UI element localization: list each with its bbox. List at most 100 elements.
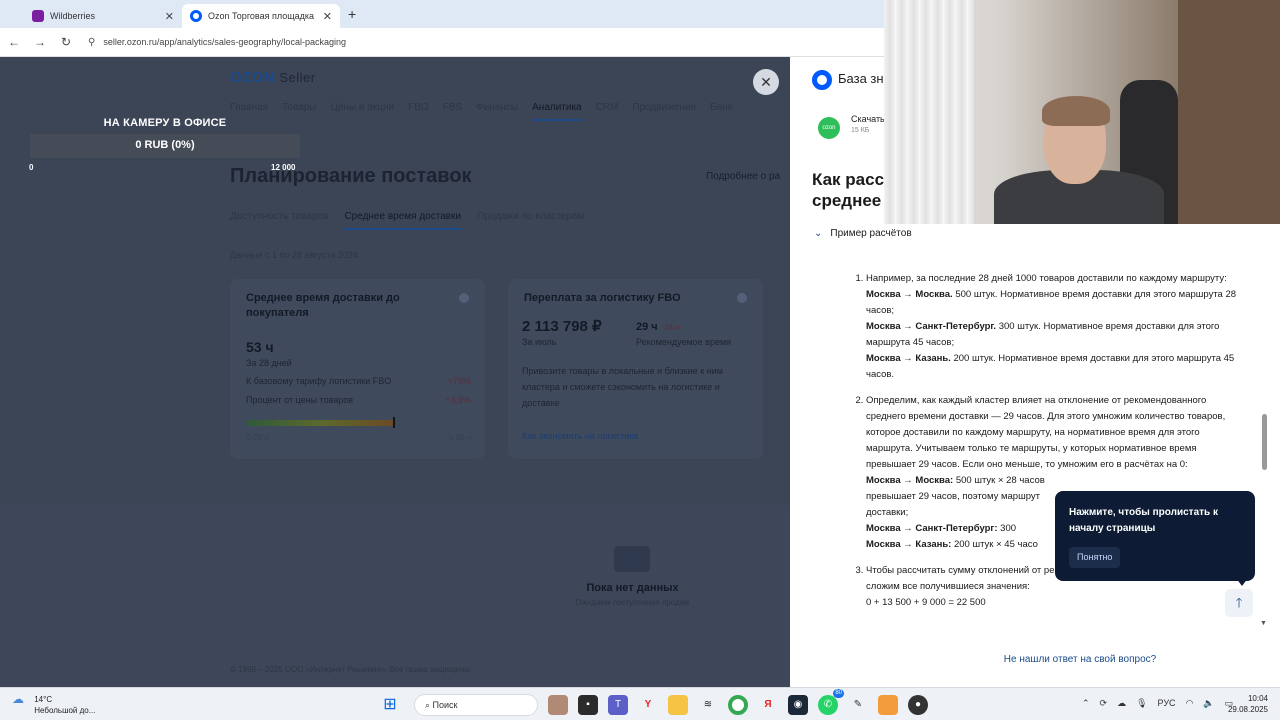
sync-icon[interactable]: ⟳	[1100, 698, 1108, 709]
price-percent-row: Процент от цены товаров +3,9%	[246, 395, 471, 405]
route-name: Москва → Москва:	[866, 475, 954, 486]
weather-desc: Небольшой до...	[34, 706, 96, 715]
list-item: Например, за последние 28 дней 1000 това…	[866, 271, 1244, 383]
game-icon[interactable]	[878, 695, 898, 715]
info-icon[interactable]	[459, 293, 469, 303]
top-navigation: Главная Товары Цены и акции FBO FBS Фина…	[230, 102, 732, 121]
tab-wildberries[interactable]: Wildberries ✕	[24, 4, 182, 28]
recommended-time-label: Рекомендуемое время	[636, 337, 732, 347]
yandex-browser-icon[interactable]: Я	[758, 695, 778, 715]
nav-item[interactable]: FBO	[408, 102, 429, 121]
save-logistics-link[interactable]: Как экономить на логистике	[522, 431, 639, 441]
tool-icon[interactable]: ✎	[848, 695, 868, 715]
nav-item[interactable]: Продвижение	[632, 102, 696, 121]
subtabs: Доступность товаров Среднее время достав…	[230, 211, 584, 230]
close-panel-icon[interactable]: ✕	[753, 69, 779, 95]
more-info-link[interactable]: Подробнее о ра	[706, 171, 780, 182]
weather-widget[interactable]: ☁ 14°C Небольшой до...	[12, 692, 96, 716]
image-widget-icon[interactable]	[548, 695, 568, 715]
data-period-note: Данные с 1 по 28 августа 2024	[230, 250, 358, 260]
chrome-icon[interactable]	[728, 695, 748, 715]
teams-icon[interactable]: T	[608, 695, 628, 715]
row-label: К базовому тарифу логистики FBO	[246, 376, 392, 386]
scrollbar-thumb[interactable]	[1262, 414, 1267, 470]
chevron-up-icon[interactable]: ⌃	[1082, 698, 1090, 709]
subtab-cluster-sales[interactable]: Продажи по кластерам	[477, 211, 584, 230]
curtain-image	[884, 0, 974, 224]
ozon-app-icon: ozon	[818, 117, 840, 139]
scroll-to-top-icon[interactable]: 🡑	[1225, 589, 1253, 617]
tooltip-arrow	[1236, 578, 1248, 586]
reload-icon[interactable]: ↻	[54, 35, 78, 49]
browser-tab-strip: Wildberries ✕ Ozon Торговая площадка ✕ +	[0, 0, 884, 28]
example-toggle[interactable]: ⌄ Пример расчётов	[814, 228, 912, 239]
download-app-label[interactable]: Скачать	[851, 114, 885, 124]
nav-item[interactable]: FBS	[443, 102, 462, 121]
close-tab-icon[interactable]: ✕	[165, 10, 174, 23]
nav-item[interactable]: Банк	[710, 102, 732, 121]
obs-icon[interactable]: ●	[908, 695, 928, 715]
whatsapp-icon[interactable]: ✆ 80	[818, 689, 844, 715]
mic-icon[interactable]: 🎙	[1136, 698, 1147, 709]
scale-labels: 0-29 ч ≥ 60 ч	[246, 433, 471, 442]
empty-box-icon	[614, 546, 650, 572]
empty-state-title: Пока нет данных	[586, 582, 679, 594]
nav-item[interactable]: CRM	[596, 102, 619, 121]
search-box[interactable]: ⌕ Поиск	[414, 694, 538, 716]
route-line: Москва → Москва. 500 штук. Нормативное в…	[866, 287, 1244, 319]
route-name: Москва → Казань:	[866, 539, 952, 550]
route-line: Москва → Казань. 200 штук. Нормативное в…	[866, 351, 1244, 383]
steam-icon[interactable]: ◉	[788, 695, 808, 715]
language-indicator[interactable]: РУС	[1158, 698, 1176, 709]
row-value: +78%	[447, 376, 471, 386]
terminal-icon[interactable]: ▪	[578, 695, 598, 715]
route-name: Москва → Москва.	[866, 289, 953, 300]
paragraph: Определим, как каждый кластер влияет на …	[866, 395, 1226, 470]
subtab-delivery-time[interactable]: Среднее время доставки	[344, 211, 462, 230]
clock[interactable]: 10:04 29.08.2025	[1212, 693, 1268, 715]
got-it-button[interactable]: Понятно	[1069, 547, 1121, 568]
nav-item[interactable]: Цены и акции	[330, 102, 394, 121]
weather-icon: ☁	[12, 692, 24, 706]
route-name: Москва → Санкт-Петербург:	[866, 523, 998, 534]
card-title: Переплата за логистику FBO	[524, 292, 681, 304]
recommended-time: 29 ч -24 ч	[636, 321, 680, 333]
delivery-time-scale	[246, 420, 395, 426]
scroll-down-icon[interactable]: ▼	[1260, 620, 1267, 627]
start-icon[interactable]: ⊞	[380, 695, 400, 715]
stream-goal-max: 12 000	[271, 163, 296, 172]
info-icon[interactable]	[737, 293, 747, 303]
download-app-size: 15 КБ	[851, 127, 870, 134]
app-icon[interactable]: ≋	[698, 695, 718, 715]
search-label: Поиск	[432, 700, 458, 710]
new-tab-icon[interactable]: +	[348, 6, 356, 22]
forward-icon[interactable]: →	[28, 35, 52, 49]
system-tray: ⌃ ⟳ ☁ 🎙 РУС ◠ 🔈 ▭	[1082, 698, 1233, 709]
wifi-icon[interactable]: ◠	[1186, 698, 1194, 709]
nav-item[interactable]: Финансы	[476, 102, 518, 121]
heading-line: среднее	[812, 191, 882, 210]
no-answer-link[interactable]: Не нашли ответ на свой вопрос?	[790, 654, 1280, 665]
page-footer: © 1998 – 2025 ООО «Интернет Решения». Вс…	[230, 665, 473, 674]
date: 29.08.2025	[1227, 705, 1268, 714]
route-name: Москва → Казань.	[866, 353, 951, 364]
logistics-overpay-card: Переплата за логистику FBO 2 113 798 ₽ 2…	[508, 279, 763, 459]
yandex-icon[interactable]: Y	[638, 695, 658, 715]
tariff-row: К базовому тарифу логистики FBO +78%	[246, 376, 471, 386]
back-icon[interactable]: ←	[2, 35, 26, 49]
ozon-logo[interactable]: OZON Seller	[230, 69, 316, 86]
delivery-time-period: За 28 дней	[246, 358, 292, 368]
file-explorer-icon[interactable]	[668, 695, 688, 715]
cloud-icon[interactable]: ☁	[1117, 698, 1126, 709]
url-field[interactable]: ⚲ seller.ozon.ru/app/analytics/sales-geog…	[88, 37, 346, 48]
delivery-time-card: Среднее время доставки до покупателя 53 …	[230, 279, 485, 459]
nav-item-analytics[interactable]: Аналитика	[532, 102, 582, 121]
tab-ozon[interactable]: Ozon Торговая площадка ✕	[182, 4, 340, 28]
close-tab-icon[interactable]: ✕	[323, 10, 332, 23]
url-text: seller.ozon.ru/app/analytics/sales-geogr…	[103, 36, 346, 47]
time-delta: -24 ч	[661, 323, 680, 332]
temperature: 14°C	[34, 695, 53, 704]
route-text: 500 штук × 28 часов	[955, 475, 1045, 486]
subtab-availability[interactable]: Доступность товаров	[230, 211, 328, 230]
site-info-icon[interactable]: ⚲	[88, 37, 95, 48]
